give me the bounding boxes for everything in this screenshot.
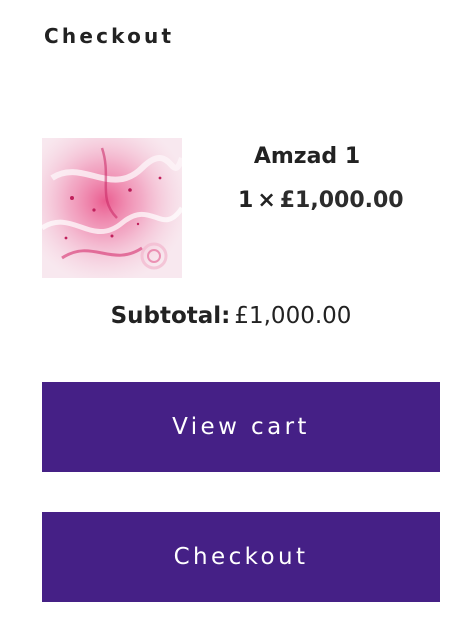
cart-item: Amzad 1 1 × £1,000.00 (42, 138, 432, 278)
times-icon: × (257, 188, 276, 213)
subtotal: Subtotal: £1,000.00 (0, 303, 462, 331)
product-image (42, 138, 182, 278)
item-quantity-line: 1 × £1,000.00 (238, 188, 404, 214)
checkout-button[interactable]: Checkout (42, 512, 440, 602)
subtotal-label: Subtotal: (110, 303, 231, 329)
widget-heading: Checkout (44, 24, 175, 48)
item-quantity: 1 (238, 188, 254, 213)
item-name-link[interactable]: Amzad 1 (222, 144, 392, 170)
item-details: Amzad 1 1 × £1,000.00 (222, 138, 432, 278)
view-cart-button[interactable]: View cart (42, 382, 440, 472)
subtotal-amount: £1,000.00 (234, 303, 352, 329)
product-thumbnail[interactable] (42, 138, 182, 278)
item-price: £1,000.00 (279, 188, 404, 213)
